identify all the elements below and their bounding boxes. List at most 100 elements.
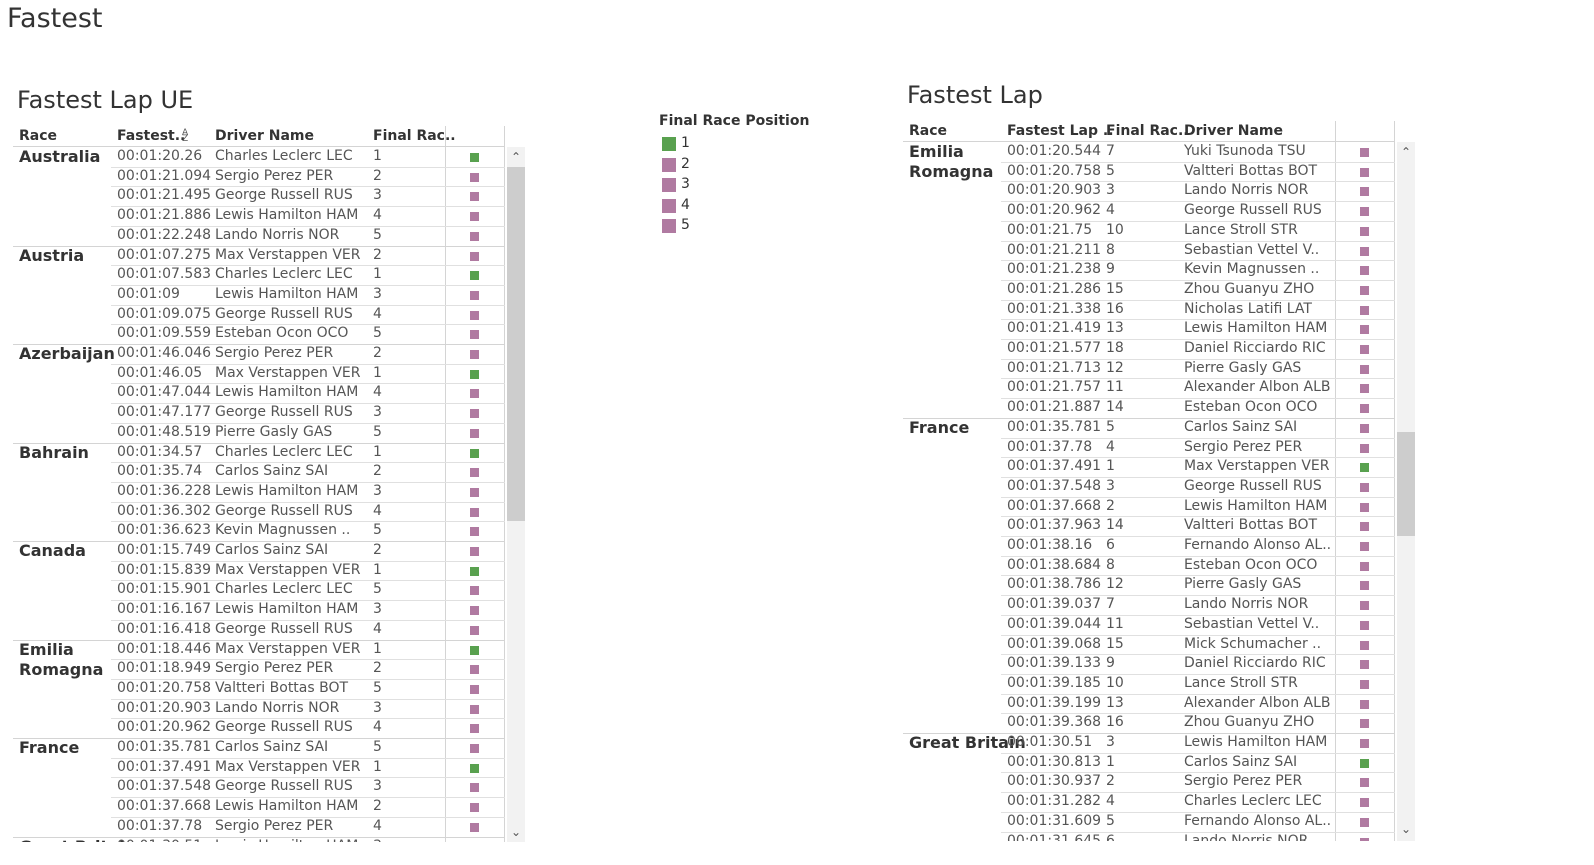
table-row[interactable]: 00:01:31.609 5 Fernando Alonso AL.. [903,811,1395,832]
table-row[interactable]: 00:01:21.094 Sergio Perez PER 2 [13,166,505,187]
table-row[interactable]: 00:01:20.962 4 George Russell RUS [903,201,1395,221]
position-marker[interactable] [470,783,479,793]
position-marker[interactable] [1360,266,1369,276]
position-marker[interactable] [1360,620,1369,630]
position-marker[interactable] [1360,817,1369,827]
table-row[interactable]: 00:01:39.044 11 Sebastian Vettel V.. [903,614,1395,635]
table-row[interactable]: 00:01:30.937 2 Sergio Perez PER [903,772,1395,792]
position-marker[interactable] [1360,423,1369,433]
right-scroll-thumb[interactable] [1397,432,1415,536]
position-marker[interactable] [470,212,479,222]
table-row[interactable]: 00:01:21.757 11 Alexander Albon ALB [903,378,1395,398]
right-scrollbar[interactable]: ⌃ ⌄ [1397,142,1415,841]
table-row[interactable]: 00:01:21.419 13 Lewis Hamilton HAM [903,319,1395,339]
table-row[interactable]: 00:01:38.684 8 Esteban Ocon OCO [903,555,1395,576]
table-row[interactable]: 00:01:21.286 15 Zhou Guanyu ZHO [903,279,1395,300]
left-scroll-thumb[interactable] [507,167,525,521]
right-table-body[interactable]: Emilia Romagna 00:01:20.544 7 Yuki Tsunoda … [903,142,1395,841]
position-marker[interactable] [470,645,479,655]
table-row[interactable]: 00:01:35.781 Carlos Sainz SAI 5 [13,738,505,758]
table-row[interactable]: 00:01:46.05 Max Verstappen VER 1 [13,363,505,384]
table-row[interactable]: 00:01:21.211 8 Sebastian Vettel V.. [903,240,1395,261]
table-row[interactable]: 00:01:20.903 3 Lando Norris NOR [903,181,1395,201]
position-marker[interactable] [1360,226,1369,236]
table-row[interactable]: 00:01:15.839 Max Verstappen VER 1 [13,560,505,581]
table-row[interactable]: 00:01:20.962 George Russell RUS 4 [13,718,505,738]
left-scrollbar[interactable]: ⌃ ⌄ [507,147,525,842]
position-marker[interactable] [1360,325,1369,335]
table-row[interactable]: 00:01:39.037 7 Lando Norris NOR [903,595,1395,615]
table-row[interactable]: 00:01:20.903 Lando Norris NOR 3 [13,698,505,719]
position-marker[interactable] [470,428,479,438]
table-row[interactable]: 00:01:39.368 16 Zhou Guanyu ZHO [903,713,1395,733]
chevron-down-icon[interactable]: ⌄ [507,825,525,839]
left-table-body[interactable]: Australia 00:01:20.26 Charles Leclerc LEC 1… [13,147,505,842]
position-marker[interactable] [470,330,479,340]
position-marker[interactable] [470,409,479,419]
chevron-up-icon[interactable]: ⌃ [1397,145,1415,159]
chevron-up-icon[interactable]: ⌃ [507,150,525,164]
position-marker[interactable] [1360,758,1369,768]
table-row[interactable]: 00:01:47.177 George Russell RUS 3 [13,403,505,423]
table-row[interactable]: 00:01:20.544 7 Yuki Tsunoda TSU [903,142,1395,162]
table-row[interactable]: 00:01:35.781 5 Carlos Sainz SAI [903,418,1395,438]
table-row[interactable]: 00:01:39.185 10 Lance Stroll STR [903,673,1395,694]
table-row[interactable]: 00:01:07.275 Max Verstappen VER 2 [13,246,505,266]
position-marker[interactable] [470,507,479,517]
table-row[interactable]: 00:01:36.228 Lewis Hamilton HAM 3 [13,481,505,502]
position-marker[interactable] [1360,148,1369,157]
table-row[interactable]: 00:01:21.75 10 Lance Stroll STR [903,220,1395,241]
table-row[interactable]: 00:01:15.901 Charles Leclerc LEC 5 [13,580,505,600]
position-marker[interactable] [470,310,479,320]
table-row[interactable]: 00:01:30.813 1 Carlos Sainz SAI [903,752,1395,773]
position-marker[interactable] [1360,837,1369,841]
table-row[interactable]: 00:01:30.51Lewis Hamilton HAM3 [13,837,505,843]
position-marker[interactable] [470,744,479,753]
table-row[interactable]: 00:01:20.758 5 Valtteri Bottas BOT [903,161,1395,182]
header-driver-name[interactable]: Driver Name [215,128,314,144]
position-marker[interactable] [1360,404,1369,414]
table-row[interactable]: 00:01:48.519 Pierre Gasly GAS 5 [13,422,505,443]
position-marker[interactable] [470,192,479,202]
header-driver-name[interactable]: Driver Name [1184,123,1283,139]
position-marker[interactable] [1360,463,1369,473]
position-marker[interactable] [1360,581,1369,591]
table-row[interactable]: 00:01:21.495 George Russell RUS 3 [13,186,505,206]
table-row[interactable]: 00:01:46.046 Sergio Perez PER 2 [13,344,505,364]
table-row[interactable]: 00:01:36.623 Kevin Magnussen .. 5 [13,521,505,541]
table-row[interactable]: 00:01:21.577 18 Daniel Ricciardo RIC [903,339,1395,359]
position-marker[interactable] [470,389,479,399]
position-marker[interactable] [1360,187,1369,197]
table-row[interactable]: 00:01:21.238 9 Kevin Magnussen .. [903,260,1395,280]
position-marker[interactable] [1360,522,1369,532]
position-marker[interactable] [470,684,479,694]
table-row[interactable]: 00:01:18.446 Max Verstappen VER 1 [13,640,505,660]
position-marker[interactable] [1360,364,1369,374]
table-row[interactable]: 00:01:22.248 Lando Norris NOR 5 [13,225,505,246]
position-marker[interactable] [470,369,479,379]
position-marker[interactable] [470,231,479,241]
position-marker[interactable] [1360,207,1369,217]
position-marker[interactable] [1360,285,1369,295]
position-marker[interactable] [470,586,479,596]
table-row[interactable]: 00:01:09.559 Esteban Ocon OCO 5 [13,324,505,344]
table-row[interactable]: 00:01:21.713 12 Pierre Gasly GAS [903,358,1395,379]
position-marker[interactable] [470,251,479,261]
table-row[interactable]: 00:01:39.199 13 Alexander Albon ALB [903,693,1395,714]
position-marker[interactable] [1360,482,1369,492]
table-row[interactable]: 00:01:18.949 Sergio Perez PER 2 [13,659,505,679]
position-marker[interactable] [470,566,479,576]
position-marker[interactable] [1360,167,1369,177]
position-marker[interactable] [470,290,479,300]
header-fastest[interactable]: Fastest.. [117,128,185,144]
position-marker[interactable] [1360,542,1369,551]
position-marker[interactable] [470,665,479,675]
table-row[interactable]: 00:01:30.51 3 Lewis Hamilton HAM [903,733,1395,753]
position-marker[interactable] [470,724,479,734]
table-row[interactable]: 00:01:37.668 2 Lewis Hamilton HAM [903,496,1395,517]
position-marker[interactable] [470,527,479,537]
table-row[interactable]: 00:01:31.282 4 Charles Leclerc LEC [903,792,1395,812]
position-marker[interactable] [1360,601,1369,611]
table-row[interactable]: 00:01:16.418 George Russell RUS 4 [13,619,505,640]
table-row[interactable]: 00:01:39.068 15 Mick Schumacher .. [903,634,1395,655]
